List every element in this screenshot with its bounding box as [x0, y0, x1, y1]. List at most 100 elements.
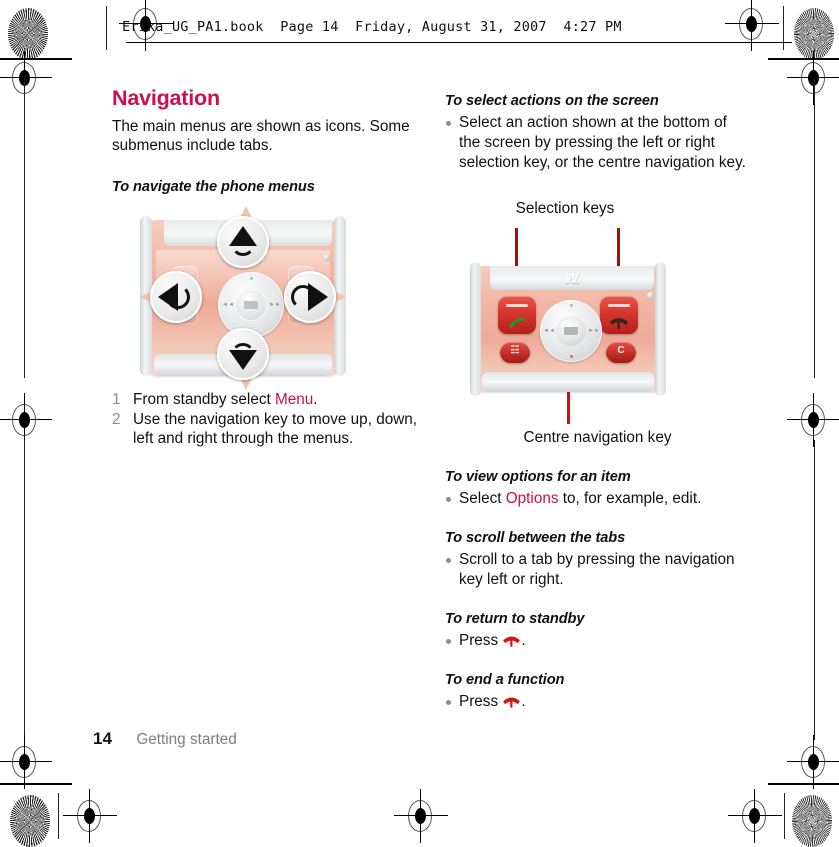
registration-mark-bottom-right	[728, 789, 782, 843]
halftone-star-target-bottom-left	[10, 795, 50, 847]
chapter-name: Getting started	[136, 731, 237, 748]
right-column-bottom: To view options for an item Select Optio…	[445, 468, 750, 712]
bullet-options-accent: Options	[505, 490, 559, 508]
task-heading-end-function: To end a function	[445, 671, 565, 688]
registration-mark-bottom-left	[63, 789, 117, 843]
caption-selection-keys: Selection keys	[515, 200, 615, 217]
bullet-standby-after: .	[521, 631, 526, 649]
step-1-text-after: .	[313, 391, 318, 408]
phone2-right-edge	[655, 262, 666, 396]
manual-page: Erika_UG_PA1.book Page 14 Friday, August…	[0, 0, 839, 847]
step-2-number: 2	[112, 410, 121, 428]
bullet-end-function: Press .	[445, 692, 750, 712]
nav-up-dot-2	[570, 304, 573, 307]
down-arc-icon	[231, 343, 255, 367]
trim-rule-right-lower	[814, 440, 816, 740]
registration-mark-left-middle	[0, 393, 52, 447]
phone2-body: W. ☷ C ◄◄ ►►	[474, 266, 662, 392]
bullet-options-before: Select	[459, 490, 506, 508]
navigate-steps: 1 From standby select Menu. 2 Use the na…	[112, 390, 417, 449]
navigation-ring: ◄◄ ►►	[218, 272, 284, 338]
left-selection-key-bar	[506, 304, 528, 307]
margin-rule-top-right	[783, 6, 785, 50]
step-1-number: 1	[112, 391, 121, 408]
play-pause-icon-2	[564, 327, 578, 335]
end-call-handset-icon-inline-1	[502, 634, 521, 647]
phone-selection-keys-diagram: W. ☷ C ◄◄ ►►	[470, 256, 666, 402]
play-pause-icon	[244, 301, 258, 309]
callout-right	[284, 271, 336, 323]
call-handset-icon	[509, 317, 525, 328]
clear-key-2: C	[606, 342, 636, 363]
registration-mark-right-middle	[787, 393, 839, 447]
footer: 14 Getting started	[93, 729, 237, 749]
nav-down-dot-2	[570, 355, 573, 358]
margin-rule-bottom-right	[784, 793, 786, 839]
task-heading-scroll-tabs: To scroll between the tabs	[445, 529, 626, 546]
page-title: Navigation	[112, 86, 220, 110]
right-selection-key-bar	[608, 304, 630, 307]
activity-menu-key-2: ☷	[500, 342, 530, 363]
left-column: Navigation The main menus are shown as i…	[112, 86, 412, 199]
phone2-left-edge	[470, 262, 481, 396]
step-2-text: Use the navigation key to move up, down,…	[133, 410, 418, 448]
crop-mark-right-lower	[768, 783, 839, 785]
trim-rule-right-upper	[814, 78, 816, 378]
margin-rule-top-left	[106, 6, 108, 50]
bullet-options-after: to, for example, edit.	[558, 490, 702, 508]
halftone-star-target-top-left	[8, 8, 48, 60]
caption-centre-navigation-key: Centre navigation key	[523, 429, 672, 446]
crop-mark-right-upper	[768, 58, 839, 60]
activity-menu-icon: ☷	[510, 345, 520, 356]
indicator-led	[323, 254, 330, 261]
navigation-ring-2: ◄◄ ►►	[540, 300, 602, 362]
end-call-handset-icon	[610, 318, 628, 329]
right-selection-key-2	[600, 296, 638, 334]
registration-mark-bottom-centre	[394, 789, 448, 843]
margin-rule-bottom-left	[58, 793, 60, 839]
trim-rule-left-lower	[24, 440, 26, 740]
bullet-end-after: .	[521, 692, 526, 710]
book-header-text: Erika_UG_PA1.book Page 14 Friday, August…	[122, 19, 622, 35]
step-2: 2 Use the navigation key to move up, dow…	[112, 410, 417, 449]
end-call-handset-icon-inline-2	[502, 695, 521, 708]
task-heading-return-standby: To return to standby	[445, 610, 585, 627]
step-1-text-before: From standby select	[133, 391, 275, 408]
crop-mark-left-lower	[0, 783, 72, 785]
step-1: 1 From standby select Menu.	[112, 390, 417, 410]
right-arc-icon	[291, 285, 315, 309]
phone2-screen-edge: W.	[490, 266, 654, 290]
bullet-end-before: Press	[459, 692, 503, 710]
right-column-top: To select actions on the screen Select a…	[445, 92, 750, 172]
trim-rule-left-upper	[24, 78, 26, 378]
clear-key-label: C	[617, 345, 625, 356]
page-number: 14	[93, 729, 112, 748]
registration-mark-right-lower	[787, 735, 839, 789]
left-arc-icon	[166, 285, 190, 309]
bullet-view-options: Select Options to, for example, edit.	[445, 489, 750, 509]
registration-mark-top-right	[725, 0, 779, 51]
left-selection-key-2	[498, 296, 536, 334]
phone-navigation-keys-diagram: ◄◄ ►►	[140, 206, 346, 390]
task-heading-navigate: To navigate the phone menus	[112, 179, 315, 196]
callout-left	[150, 271, 202, 323]
bullet-return-standby: Press .	[445, 631, 750, 651]
registration-mark-left-lower	[0, 735, 52, 789]
indicator-led-2	[647, 292, 654, 299]
phone2-bottom-edge	[482, 372, 654, 392]
bullet-select-action: Select an action shown at the bottom of …	[445, 113, 750, 172]
step-1-accent: Menu	[274, 391, 314, 408]
next-track-icon-2: ►►	[588, 328, 600, 334]
halftone-star-target-bottom-right	[792, 795, 832, 847]
crop-mark-left-upper	[0, 58, 72, 60]
bullet-scroll-tabs: Scroll to a tab by pressing the navigati…	[445, 550, 750, 589]
up-arc-icon	[231, 232, 255, 256]
bullet-standby-before: Press	[459, 631, 503, 649]
task-heading-view-options: To view options for an item	[445, 469, 631, 485]
header-rule	[126, 42, 792, 44]
nav-up-dot	[250, 277, 253, 280]
prev-track-icon: ◄◄	[222, 302, 234, 308]
task-heading-select-actions: To select actions on the screen	[445, 93, 659, 109]
callout-down	[217, 328, 269, 380]
walkman-logo: W.	[564, 270, 580, 287]
